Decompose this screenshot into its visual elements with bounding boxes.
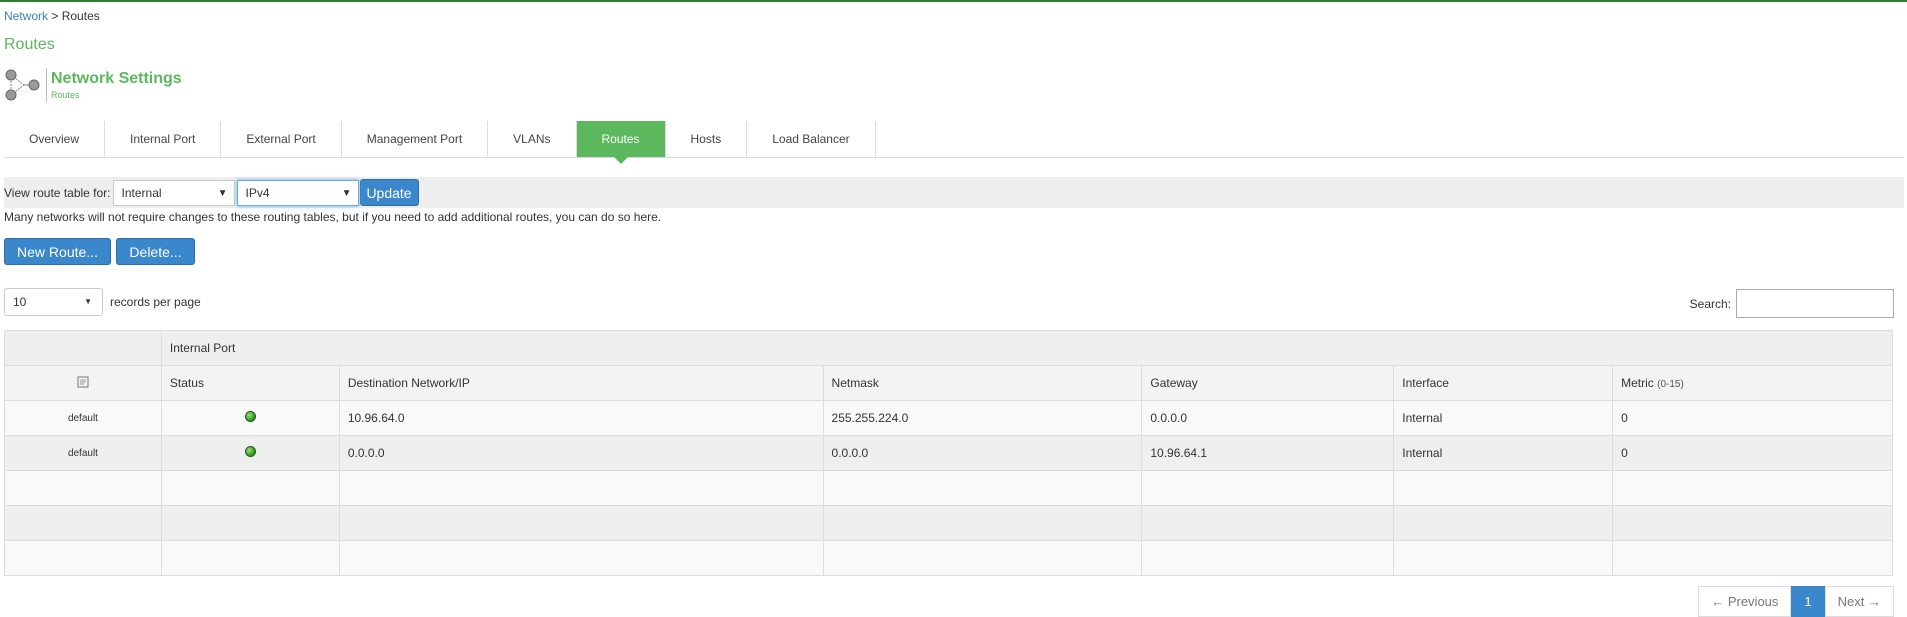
status-cell bbox=[160, 400, 340, 436]
info-text: Many networks will not require changes t… bbox=[4, 210, 662, 224]
tab-management-port[interactable]: Management Port bbox=[342, 121, 489, 157]
interface-cell: Internal bbox=[1393, 400, 1614, 436]
destination-cell: 10.96.64.0 bbox=[338, 400, 824, 436]
search-label: Search: bbox=[1689, 296, 1731, 311]
update-button[interactable]: Update bbox=[359, 179, 419, 206]
empty-row bbox=[4, 505, 1893, 541]
table-header-row: Status Destination Network/IP Netmask Ga… bbox=[4, 365, 1893, 401]
routes-table: Internal Port Status Destination Network… bbox=[4, 330, 1894, 576]
status-active-icon bbox=[244, 411, 256, 422]
delete-button[interactable]: Delete... bbox=[116, 238, 195, 265]
metric-label: Metric bbox=[1621, 376, 1654, 390]
page-1-button[interactable]: 1 bbox=[1791, 586, 1825, 617]
destination-cell: 0.0.0.0 bbox=[338, 435, 824, 471]
filter-label: View route table for: bbox=[4, 185, 111, 200]
new-route-button[interactable]: New Route... bbox=[4, 238, 111, 265]
netmask-cell: 0.0.0.0 bbox=[822, 435, 1143, 471]
breadcrumb-separator: > bbox=[51, 9, 59, 23]
chevron-down-icon: ▼ bbox=[217, 187, 228, 199]
column-header-netmask[interactable]: Netmask bbox=[822, 365, 1143, 401]
tab-routes[interactable]: Routes bbox=[576, 121, 666, 164]
tab-external-port[interactable]: External Port bbox=[221, 121, 342, 157]
column-header-destination[interactable]: Destination Network/IP bbox=[338, 365, 824, 401]
tab-hosts[interactable]: Hosts bbox=[666, 121, 748, 157]
network-nodes-icon bbox=[4, 68, 42, 102]
group-header-empty bbox=[4, 330, 162, 366]
route-name[interactable]: default bbox=[4, 400, 162, 436]
tab-vlans[interactable]: VLANs bbox=[488, 121, 577, 157]
tab-bar: Overview Internal Port External Port Man… bbox=[4, 121, 1904, 164]
select-all-icon[interactable] bbox=[77, 376, 89, 391]
table-row[interactable]: default 10.96.64.0 255.255.224.0 0.0.0.0… bbox=[4, 400, 1893, 436]
breadcrumb-current: Routes bbox=[61, 9, 100, 23]
interface-select[interactable]: Internal ▼ bbox=[112, 179, 235, 206]
gateway-cell: 0.0.0.0 bbox=[1141, 400, 1395, 436]
interface-cell: Internal bbox=[1393, 435, 1614, 471]
next-page-button[interactable]: Next → bbox=[1824, 586, 1894, 617]
tab-internal-port[interactable]: Internal Port bbox=[105, 121, 222, 157]
table-search: Search: bbox=[1690, 289, 1894, 318]
gateway-cell: 10.96.64.1 bbox=[1141, 435, 1395, 471]
chevron-down-icon: ▼ bbox=[341, 187, 352, 199]
page-title: Routes bbox=[4, 36, 55, 53]
status-active-icon bbox=[244, 446, 256, 457]
select-all-header[interactable] bbox=[4, 365, 162, 401]
header-divider bbox=[46, 68, 47, 102]
records-per-page: 10 ▼ records per page bbox=[4, 288, 201, 316]
ip-version-select-value: IPv4 bbox=[245, 185, 270, 200]
chevron-down-icon: ▼ bbox=[84, 297, 92, 306]
netmask-cell: 255.255.224.0 bbox=[822, 400, 1143, 436]
header-subtitle: Routes bbox=[51, 90, 80, 100]
tab-load-balancer[interactable]: Load Balancer bbox=[747, 121, 876, 157]
group-header-internal-port: Internal Port bbox=[160, 330, 1894, 366]
metric-range-hint: (0-15) bbox=[1657, 379, 1684, 390]
previous-page-button[interactable]: ← Previous bbox=[1698, 586, 1792, 617]
page-length-select[interactable]: 10 ▼ bbox=[4, 288, 103, 316]
tab-overview[interactable]: Overview bbox=[4, 121, 106, 157]
column-header-interface[interactable]: Interface bbox=[1393, 365, 1614, 401]
action-buttons: New Route... Delete... bbox=[4, 238, 195, 265]
empty-row bbox=[4, 470, 1893, 506]
page-length-value: 10 bbox=[13, 295, 27, 309]
section-header: Network Settings Routes bbox=[4, 68, 182, 102]
breadcrumb-network-link[interactable]: Network bbox=[4, 9, 48, 23]
search-input[interactable] bbox=[1736, 289, 1894, 318]
empty-row bbox=[4, 540, 1893, 576]
page-length-label: records per page bbox=[110, 295, 201, 309]
column-header-gateway[interactable]: Gateway bbox=[1141, 365, 1395, 401]
table-group-header-row: Internal Port bbox=[4, 330, 1894, 366]
route-name[interactable]: default bbox=[4, 435, 162, 471]
column-header-metric[interactable]: Metric (0-15) bbox=[1612, 365, 1893, 401]
metric-cell: 0 bbox=[1612, 435, 1893, 471]
header-title: Network Settings bbox=[51, 70, 182, 87]
column-header-status[interactable]: Status bbox=[160, 365, 340, 401]
metric-cell: 0 bbox=[1612, 400, 1893, 436]
pagination: ← Previous 1 Next → bbox=[1698, 586, 1894, 617]
table-row[interactable]: default 0.0.0.0 0.0.0.0 10.96.64.1 Inter… bbox=[4, 435, 1893, 471]
status-cell bbox=[160, 435, 340, 471]
ip-version-select[interactable]: IPv4 ▼ bbox=[236, 179, 359, 206]
breadcrumb: Network > Routes bbox=[4, 9, 100, 23]
interface-select-value: Internal bbox=[121, 185, 162, 200]
route-table-filter: View route table for: Internal ▼ IPv4 ▼ … bbox=[4, 177, 1904, 208]
